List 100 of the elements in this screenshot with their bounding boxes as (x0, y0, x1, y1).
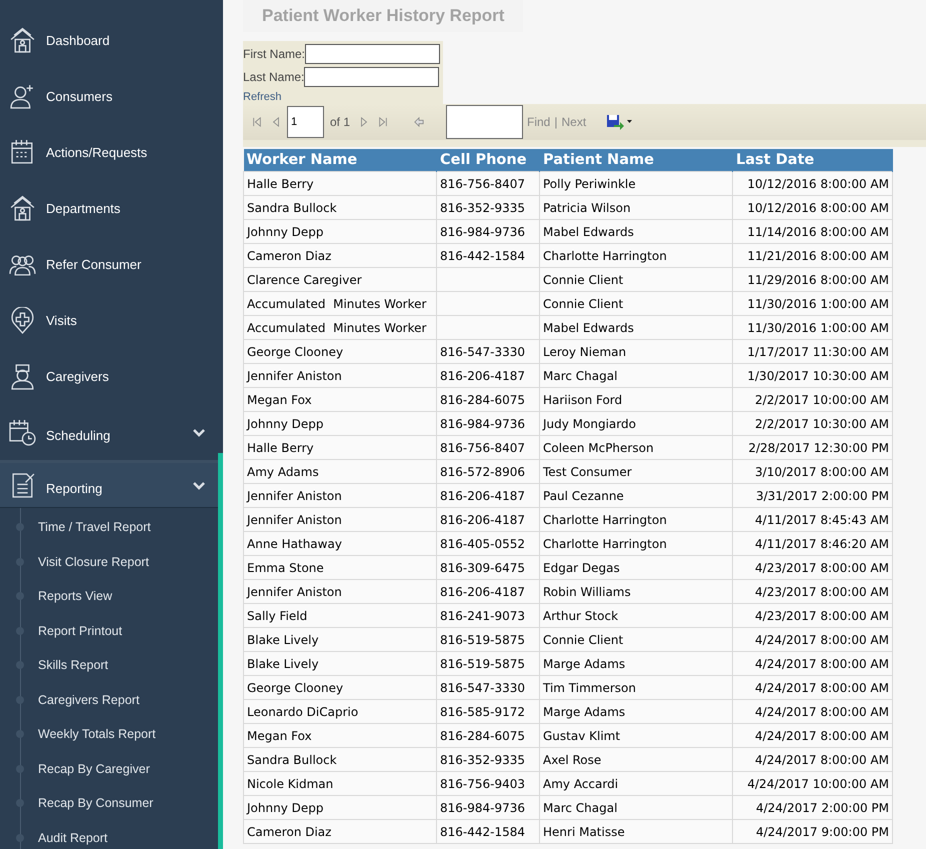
table-cell: 4/11/2017 8:45:43 AM (732, 508, 892, 532)
table-cell: 4/24/2017 8:00:00 AM (732, 676, 892, 700)
refresh-link[interactable]: Refresh (243, 91, 443, 103)
table-cell: Leonardo DiCaprio (244, 700, 436, 724)
table-cell: Halle Berry (244, 172, 436, 196)
submenu-item[interactable]: Skills Report (38, 658, 108, 672)
table-cell: 4/24/2017 9:00:00 PM (732, 820, 892, 844)
table-cell: Sandra Bullock (244, 748, 436, 772)
table-cell: 4/24/2017 8:00:00 AM (732, 652, 892, 676)
table-cell: Axel Rose (540, 748, 732, 772)
submenu-item[interactable]: Caregivers Report (38, 692, 140, 707)
table-cell: 816-519-5875 (436, 652, 540, 676)
back-arrow-icon[interactable] (414, 116, 424, 128)
timeline-dot (16, 696, 24, 704)
nav-item[interactable]: Refer Consumer (46, 256, 218, 272)
person-plus-icon (9, 82, 36, 110)
table-cell: 816-984-9736 (436, 796, 540, 820)
table-cell: Megan Fox (244, 388, 436, 412)
table-cell: Charlotte Harrington (540, 532, 732, 556)
name-field[interactable] (305, 44, 440, 64)
table-cell: 816-756-8407 (436, 436, 540, 460)
submenu-item[interactable]: Audit Report (38, 830, 108, 845)
table-cell: 816-572-8906 (436, 460, 540, 484)
chevron-icon[interactable] (192, 480, 206, 490)
next-page-icon[interactable] (359, 116, 370, 128)
page-field[interactable]: 1 (287, 106, 324, 138)
column-header: Patient Name (540, 149, 732, 172)
table-cell: 3/31/2017 2:00:00 PM (732, 484, 892, 508)
nav-item[interactable]: Departments (46, 200, 218, 216)
export-icon[interactable] (606, 114, 632, 130)
table-cell: Marge Adams (540, 652, 732, 676)
house-icon (9, 26, 36, 54)
submenu-item[interactable]: Reports View (38, 589, 112, 604)
nav-item[interactable]: Scheduling (46, 428, 192, 442)
table-cell: 816-352-9335 (436, 748, 540, 772)
table-cell: Connie Client (540, 628, 732, 652)
table-cell: 816-585-9172 (436, 700, 540, 724)
table-cell: Connie Client (540, 292, 732, 316)
table-cell: 816-519-5875 (436, 628, 540, 652)
find-field[interactable] (446, 105, 524, 139)
timeline-dot (16, 799, 24, 808)
table-cell: 4/23/2017 8:00:00 AM (732, 580, 892, 604)
calendar-clock-icon (9, 418, 36, 446)
previous-page-icon[interactable] (271, 116, 281, 128)
submenu-item[interactable]: Report Printout (38, 624, 122, 638)
table-cell: Paul Cezanne (540, 484, 732, 508)
field-label: First Name: (243, 46, 306, 60)
table-cell: 2/28/2017 12:30:00 PM (732, 436, 892, 460)
table-cell: Edgar Degas (540, 556, 732, 580)
table-cell: 4/23/2017 8:00:00 AM (732, 556, 892, 580)
table-cell: 1/17/2017 11:30:00 AM (732, 340, 892, 364)
table-cell: Mabel Edwards (540, 316, 732, 340)
table-cell: Jennifer Aniston (244, 580, 436, 604)
table-cell: 816-309-6475 (436, 556, 540, 580)
nav-item[interactable]: Visits (46, 312, 218, 328)
table-cell: 816-284-6075 (436, 388, 540, 412)
table-cell: 816-284-6075 (436, 724, 540, 748)
nav-item[interactable]: Caregivers (46, 368, 218, 384)
nav-item[interactable]: Actions/Requests (46, 144, 218, 160)
table-cell: Amy Adams (244, 460, 436, 484)
table-cell: Accumulated Minutes Worker (244, 316, 436, 340)
submenu-item[interactable]: Recap By Consumer (38, 796, 154, 810)
submenu-item[interactable]: Recap By Caregiver (38, 762, 150, 776)
submenu-item[interactable]: Visit Closure Report (38, 554, 149, 569)
table-cell: Blake Lively (244, 628, 436, 652)
column-header: Worker Name (244, 149, 436, 172)
nav-item[interactable]: Reporting (46, 480, 192, 496)
first-page-icon[interactable] (252, 116, 262, 128)
table-cell: 816-547-3330 (436, 340, 540, 364)
nav-item[interactable]: Dashboard (46, 32, 218, 48)
table-cell: Amy Accardi (540, 772, 732, 796)
nurse-icon (9, 362, 36, 390)
table-cell: Cameron Diaz (244, 820, 436, 844)
submenu-item[interactable]: Weekly Totals Report (38, 727, 156, 742)
table-cell: 816-756-9403 (436, 772, 540, 796)
table-cell: 4/23/2017 8:00:00 AM (732, 604, 892, 628)
table-cell: 1/30/2017 10:30:00 AM (732, 364, 892, 388)
table-cell: Megan Fox (244, 724, 436, 748)
table-cell: George Clooney (244, 676, 436, 700)
table-cell: Sandra Bullock (244, 196, 436, 220)
table-cell: 4/24/2017 2:00:00 PM (732, 796, 892, 820)
table-cell: 4/11/2017 8:46:20 AM (732, 532, 892, 556)
submenu-item[interactable]: Time / Travel Report (38, 520, 151, 534)
table-cell: Polly Periwinkle (540, 172, 732, 196)
nav-item[interactable]: Consumers (46, 88, 218, 104)
table-cell: 816-206-4187 (436, 508, 540, 532)
table-cell: Connie Client (540, 268, 732, 292)
table-cell: Johnny Depp (244, 796, 436, 820)
menu-group-header[interactable]: Reporting (0, 460, 218, 508)
table-cell: Blake Lively (244, 652, 436, 676)
column-header: Cell Phone (436, 149, 540, 172)
table-cell: Charlotte Harrington (540, 244, 732, 268)
menu-group-header[interactable]: Scheduling (0, 404, 218, 460)
timeline-dot (16, 558, 24, 566)
last-page-icon[interactable] (378, 116, 388, 128)
chevron-icon[interactable] (192, 427, 206, 437)
table-cell: Henri Matisse (540, 820, 732, 844)
table-cell: Johnny Depp (244, 412, 436, 436)
name-field[interactable] (304, 66, 440, 86)
timeline-dot (16, 626, 24, 635)
